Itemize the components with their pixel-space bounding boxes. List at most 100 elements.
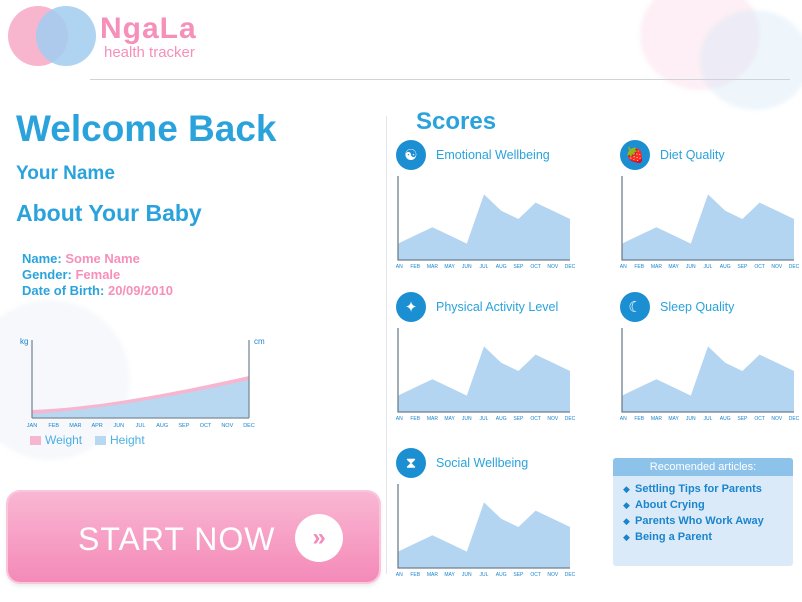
activity-icon: ✦	[396, 292, 426, 322]
double-chevron-right-icon: »	[295, 514, 343, 562]
start-now-label: START NOW	[78, 521, 276, 557]
baby-gender-value: Female	[75, 267, 121, 282]
score-title: Sleep Quality	[660, 300, 735, 314]
moon-icon: ☾	[620, 292, 650, 322]
score-chart: JAN FEB MAR MAY JUN JUL AUG SEP OCT NOV DEC	[396, 328, 576, 422]
score-month-tick: SEP	[737, 416, 748, 422]
brand-tagline: health tracker	[104, 44, 195, 61]
growth-chart: kg cm JAN FEB MAR APR JUN JUL AUG SEP OCT NOV DEC	[20, 337, 265, 429]
score-month-tick: JAN	[396, 416, 403, 422]
bullet-icon: ◆	[623, 484, 630, 494]
welcome-heading: Welcome Back	[16, 108, 277, 149]
score-area	[622, 194, 794, 260]
score-chart: JAN FEB MAR MAY JUN JUL AUG SEP OCT NOV DEC	[620, 176, 800, 270]
baby-dob-label: Date of Birth:	[22, 283, 105, 298]
score-month-tick: MAY	[444, 416, 455, 422]
growth-month-tick: NOV	[221, 423, 233, 429]
score-month-tick: JAN	[396, 264, 403, 270]
growth-month-tick: JAN	[27, 423, 37, 429]
score-area	[398, 346, 570, 412]
header-divider	[90, 79, 790, 80]
score-month-tick: MAY	[444, 572, 455, 578]
score-month-tick: MAY	[668, 416, 679, 422]
score-card-sleep: ☾ Sleep Quality JAN FEB MAR MAY JUN JUL AUG SEP…	[620, 292, 802, 422]
score-month-tick: SEP	[513, 416, 524, 422]
score-month-tick: MAR	[651, 264, 663, 270]
score-month-tick: AUG	[496, 264, 507, 270]
score-month-tick: FEB	[410, 416, 420, 422]
score-month-tick: JUN	[686, 416, 696, 422]
score-title: Physical Activity Level	[436, 300, 559, 314]
user-name: Your Name	[16, 163, 115, 184]
article-link[interactable]: ◆ Being a Parent	[623, 531, 712, 543]
score-month-tick: JUN	[462, 416, 472, 422]
score-area	[622, 346, 794, 412]
score-month-tick: JUL	[480, 264, 489, 270]
score-card-emotional: ☯ Emotional Wellbeing JAN FEB MAR MAY JUN JUL…	[396, 140, 582, 270]
score-area	[398, 194, 570, 260]
recommended-articles-panel: Recomended articles: ◆ Settling Tips for …	[613, 458, 793, 566]
growth-month-tick: FEB	[48, 423, 59, 429]
score-chart: JAN FEB MAR MAY JUN JUL AUG SEP OCT NOV DEC	[396, 484, 576, 578]
score-month-tick: JUL	[480, 416, 489, 422]
score-month-tick: JUN	[462, 572, 472, 578]
score-month-tick: DEC	[565, 264, 576, 270]
score-month-tick: SEP	[513, 264, 524, 270]
score-month-tick: SEP	[737, 264, 748, 270]
score-month-tick: OCT	[754, 416, 765, 422]
score-chart: JAN FEB MAR MAY JUN JUL AUG SEP OCT NOV DEC	[396, 176, 576, 270]
panel-divider	[386, 116, 387, 574]
score-month-tick: OCT	[530, 572, 541, 578]
score-month-tick: JUL	[704, 416, 713, 422]
growth-month-tick: AUG	[156, 423, 168, 429]
about-baby-heading: About Your Baby	[16, 200, 202, 226]
brand-name: NgaLa	[100, 12, 197, 45]
bullet-icon: ◆	[623, 532, 630, 542]
score-month-tick: FEB	[410, 264, 420, 270]
score-month-tick: MAR	[427, 416, 439, 422]
score-month-tick: JUL	[704, 264, 713, 270]
articles-header: Recomended articles:	[613, 458, 793, 476]
score-month-tick: JAN	[620, 264, 627, 270]
legend-height: Height	[95, 433, 145, 447]
baby-dob-value: 20/09/2010	[107, 283, 174, 298]
score-month-tick: DEC	[789, 416, 800, 422]
score-month-tick: JUN	[686, 264, 696, 270]
fruit-icon: 🍓	[620, 140, 650, 170]
score-month-tick: MAR	[651, 416, 663, 422]
score-month-tick: MAR	[427, 572, 439, 578]
baby-gender-row: Gender: Female	[22, 267, 120, 282]
article-link[interactable]: ◆ Parents Who Work Away	[623, 515, 764, 527]
score-month-tick: NOV	[771, 264, 783, 270]
score-title: Diet Quality	[660, 148, 725, 162]
score-month-tick: AUG	[496, 572, 507, 578]
baby-name-row: Name: Some Name	[22, 251, 140, 266]
score-card-social: ⧗ Social Wellbeing JAN FEB MAR MAY JUN JUL AUG…	[396, 448, 582, 578]
score-month-tick: NOV	[771, 416, 783, 422]
score-chart: JAN FEB MAR MAY JUN JUL AUG SEP OCT NOV DEC	[620, 328, 800, 422]
score-month-tick: FEB	[410, 572, 420, 578]
start-now-button[interactable]: START NOW »	[8, 492, 379, 582]
score-month-tick: DEC	[789, 264, 800, 270]
legend-height-swatch	[95, 436, 106, 446]
score-month-tick: OCT	[530, 416, 541, 422]
brand-logo	[8, 6, 96, 66]
score-month-tick: AUG	[720, 416, 731, 422]
growth-month-tick: DEC	[243, 423, 255, 429]
baby-name-value: Some Name	[65, 251, 140, 266]
article-link[interactable]: ◆ Settling Tips for Parents	[623, 483, 762, 495]
score-month-tick: DEC	[565, 572, 576, 578]
score-month-tick: JAN	[396, 572, 403, 578]
score-month-tick: AUG	[720, 264, 731, 270]
growth-y-right-unit: cm	[254, 337, 265, 346]
bullet-icon: ◆	[623, 500, 630, 510]
score-month-tick: MAY	[444, 264, 455, 270]
score-month-tick: JAN	[620, 416, 627, 422]
scores-heading: Scores	[416, 108, 497, 135]
growth-month-tick: OCT	[200, 423, 212, 429]
score-month-tick: FEB	[634, 264, 644, 270]
article-link-label: Settling Tips for Parents	[635, 483, 762, 495]
article-link[interactable]: ◆ About Crying	[623, 499, 705, 511]
hourglass-icon: ⧗	[396, 448, 426, 478]
score-card-physical: ✦ Physical Activity Level JAN FEB MAR MAY JU…	[396, 292, 582, 422]
